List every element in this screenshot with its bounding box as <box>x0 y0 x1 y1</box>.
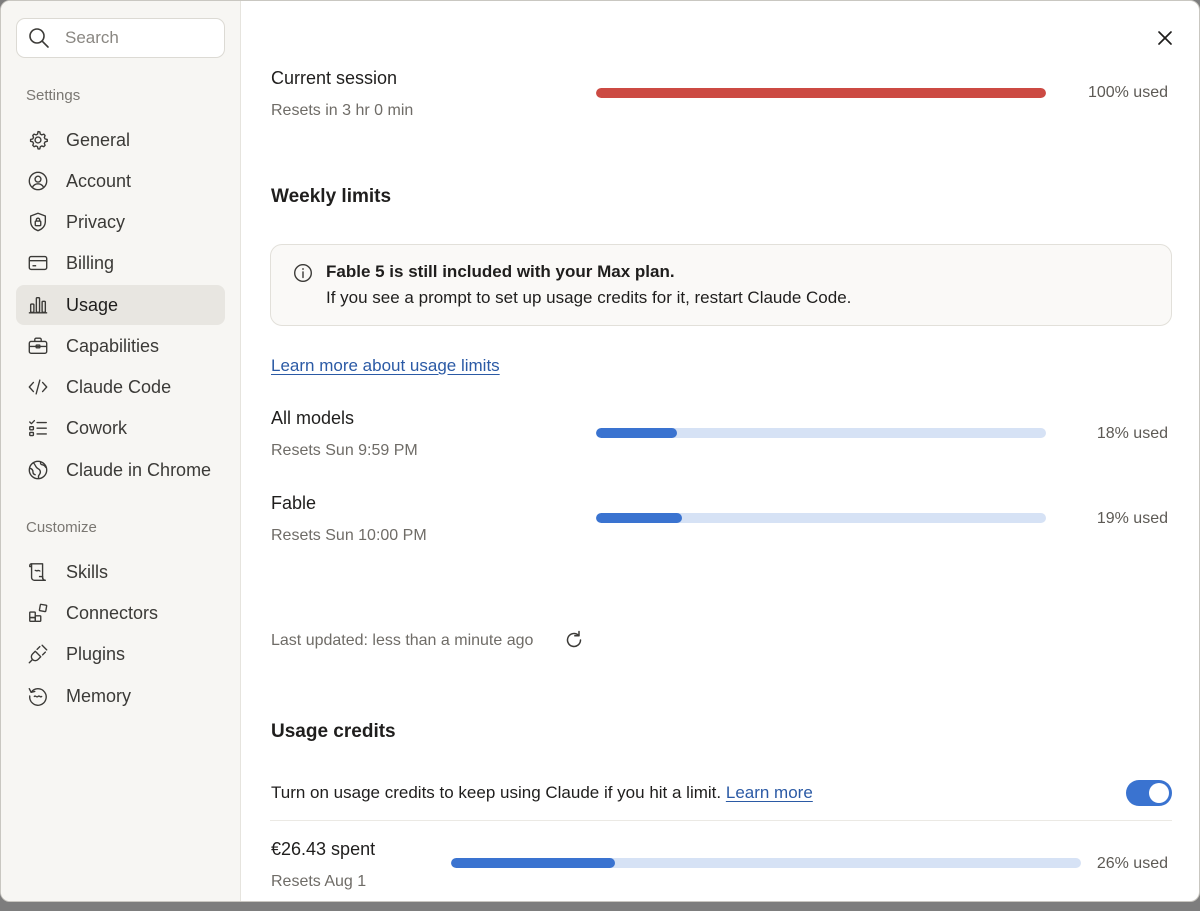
gear-icon <box>27 129 49 151</box>
usage-credits-heading: Usage credits <box>271 721 396 742</box>
credits-learn-more-link[interactable]: Learn more <box>726 783 813 802</box>
sidebar-item-label: Cowork <box>66 417 128 438</box>
sidebar-item-privacy[interactable]: Privacy <box>16 202 225 242</box>
sidebar-item-label: Usage <box>66 294 119 315</box>
all-models-used: 18% used <box>1096 425 1168 442</box>
settings-section-label: Settings <box>26 87 81 104</box>
sidebar-item-usage[interactable]: Usage <box>16 285 225 325</box>
progress-fill <box>451 858 615 868</box>
current-session-used: 100% used <box>1087 84 1168 101</box>
sidebar-item-label: Plugins <box>66 643 126 664</box>
progress-fill <box>596 88 1046 98</box>
sidebar-item-capabilities[interactable]: Capabilities <box>16 326 225 366</box>
fable-used: 19% used <box>1096 510 1168 527</box>
last-updated-text: Last updated: less than a minute ago <box>271 632 534 649</box>
settings-window: Settings General Account Privacy Billing… <box>0 0 1200 902</box>
customize-section-label: Customize <box>26 519 97 536</box>
sidebar-item-account[interactable]: Account <box>16 161 225 201</box>
sidebar-item-label: Claude Code <box>66 376 172 397</box>
sidebar-item-label: Capabilities <box>66 335 160 356</box>
usage-panel: Current session Resets in 3 hr 0 min 100… <box>242 1 1199 901</box>
sidebar-item-label: General <box>66 129 131 150</box>
info-icon <box>293 263 313 283</box>
sidebar-item-label: Privacy <box>66 211 126 232</box>
sidebar: Settings General Account Privacy Billing… <box>1 1 241 901</box>
progress-fill <box>596 513 682 523</box>
sidebar-item-label: Connectors <box>66 602 159 623</box>
sidebar-item-connectors[interactable]: Connectors <box>16 593 225 633</box>
search-icon <box>29 28 49 48</box>
notice-title: Fable 5 is still included with your Max … <box>326 262 675 281</box>
sidebar-item-cowork[interactable]: Cowork <box>16 408 225 448</box>
current-session-title: Current session <box>271 68 398 88</box>
current-session-progress-bar <box>596 88 1046 98</box>
fable-progress-bar <box>596 513 1046 523</box>
sidebar-item-claude-in-chrome[interactable]: Claude in Chrome <box>16 450 225 490</box>
bar-chart-icon <box>27 294 49 316</box>
refresh-icon[interactable] <box>563 629 585 651</box>
fable-title: Fable <box>271 493 317 513</box>
search-box[interactable] <box>16 18 225 58</box>
toggle-knob <box>1149 783 1169 803</box>
usage-credits-toggle[interactable] <box>1126 780 1172 806</box>
credits-spent: €26.43 spent <box>271 839 376 859</box>
sidebar-item-billing[interactable]: Billing <box>16 243 225 283</box>
sidebar-item-label: Claude in Chrome <box>66 459 212 480</box>
close-button[interactable] <box>1152 25 1178 51</box>
shield-lock-icon <box>27 211 49 233</box>
code-brackets-icon <box>27 376 49 398</box>
plan-notice: Fable 5 is still included with your Max … <box>270 244 1172 326</box>
credits-description-text: Turn on usage credits to keep using Clau… <box>271 783 722 802</box>
sidebar-item-plugins[interactable]: Plugins <box>16 634 225 674</box>
sidebar-item-label: Billing <box>66 252 115 273</box>
credits-progress-bar <box>451 858 1081 868</box>
progress-fill <box>596 428 677 438</box>
credit-card-icon <box>27 252 49 274</box>
credits-description: Turn on usage credits to keep using Clau… <box>271 783 813 803</box>
sidebar-item-claude-code[interactable]: Claude Code <box>16 367 225 407</box>
weekly-limits-heading: Weekly limits <box>271 186 392 207</box>
all-models-reset: Resets Sun 9:59 PM <box>271 442 418 459</box>
fable-reset: Resets Sun 10:00 PM <box>271 527 427 544</box>
sidebar-item-label: Account <box>66 170 132 191</box>
scroll-icon <box>27 561 49 583</box>
checklist-icon <box>27 417 49 439</box>
history-icon <box>27 685 49 707</box>
sidebar-item-skills[interactable]: Skills <box>16 552 225 592</box>
current-session-reset: Resets in 3 hr 0 min <box>271 102 414 119</box>
plug-icon <box>27 643 49 665</box>
all-models-title: All models <box>271 408 355 428</box>
all-models-progress-bar <box>596 428 1046 438</box>
credits-used: 26% used <box>1096 855 1168 872</box>
sidebar-item-general[interactable]: General <box>16 120 225 160</box>
close-icon <box>1158 31 1172 45</box>
credits-reset: Resets Aug 1 <box>271 873 367 890</box>
toolbox-icon <box>27 335 49 357</box>
sidebar-item-label: Memory <box>66 685 132 706</box>
notice-body: If you see a prompt to set up usage cred… <box>326 288 852 307</box>
globe-icon <box>27 459 49 481</box>
blocks-icon <box>27 602 49 624</box>
sidebar-item-label: Skills <box>66 561 109 582</box>
search-input[interactable] <box>65 28 205 48</box>
divider <box>270 820 1172 821</box>
learn-more-usage-limits-link[interactable]: Learn more about usage limits <box>271 356 500 376</box>
sidebar-item-memory[interactable]: Memory <box>16 676 225 716</box>
user-circle-icon <box>27 170 49 192</box>
